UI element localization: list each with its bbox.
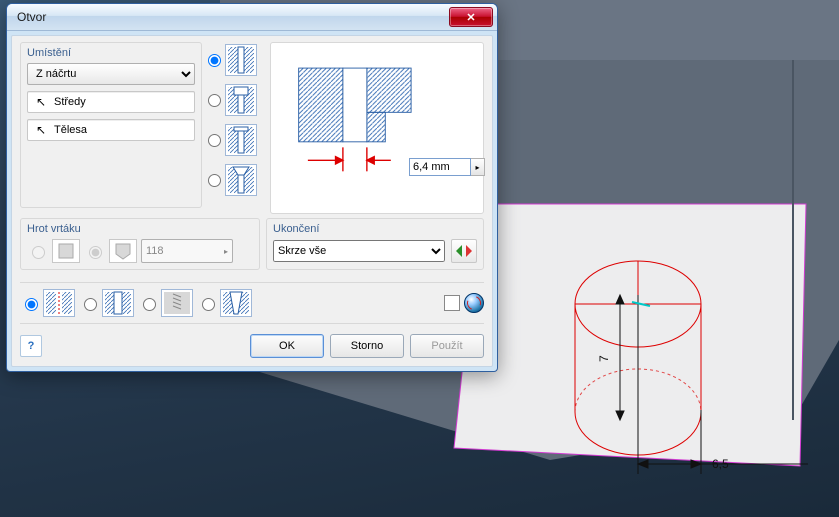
placement-group: Umístění Z náčrtu ↖ Středy ↖ Tělesa bbox=[20, 42, 202, 208]
drill-angle-icon bbox=[109, 239, 137, 263]
placement-label: Umístění bbox=[27, 47, 195, 59]
hole-simple-icon bbox=[225, 44, 257, 76]
hole-spotface-icon bbox=[225, 124, 257, 156]
hole-dialog: Otvor ✕ Umístění Z náčrtu ↖ Středy ↖ Těl… bbox=[6, 3, 498, 372]
solids-label: Tělesa bbox=[54, 124, 87, 136]
cursor-icon: ↖ bbox=[34, 123, 48, 137]
hole-type-countersink-radio[interactable] bbox=[208, 174, 221, 187]
centers-button[interactable]: ↖ Středy bbox=[27, 91, 195, 113]
drill-point-label: Hrot vrtáku bbox=[27, 223, 253, 235]
thread-type-row bbox=[20, 289, 484, 317]
termination-group: Ukončení Skrze vše bbox=[266, 218, 484, 270]
drill-flat-icon bbox=[52, 239, 80, 263]
hole-countersink-icon bbox=[225, 164, 257, 196]
cursor-icon: ↖ bbox=[34, 95, 48, 109]
hole-type-counterbore-radio[interactable] bbox=[208, 94, 221, 107]
drill-angle-radio bbox=[89, 246, 102, 259]
ok-button[interactable]: OK bbox=[250, 334, 324, 358]
drill-flat-radio bbox=[32, 246, 45, 259]
drill-angle-value: 118▸ bbox=[141, 239, 233, 263]
dialog-title: Otvor bbox=[17, 10, 449, 24]
diameter-spinner[interactable]: ▸ bbox=[471, 158, 485, 176]
diameter-input[interactable] bbox=[409, 158, 471, 176]
hole-type-simple-radio[interactable] bbox=[208, 54, 221, 67]
termination-mode-dropdown[interactable]: Skrze vše bbox=[273, 240, 445, 262]
thread-none-icon bbox=[43, 289, 75, 317]
hole-preview: ▸ bbox=[270, 42, 484, 214]
thread-tapped-radio[interactable] bbox=[143, 298, 156, 311]
help-button[interactable]: ? bbox=[20, 335, 42, 357]
thread-taper-icon bbox=[220, 289, 252, 317]
extended-info-checkbox[interactable] bbox=[444, 295, 460, 311]
thread-none-radio[interactable] bbox=[25, 298, 38, 311]
placement-mode-dropdown[interactable]: Z náčrtu bbox=[27, 63, 195, 85]
close-button[interactable]: ✕ bbox=[449, 7, 493, 27]
titlebar[interactable]: Otvor ✕ bbox=[7, 4, 497, 31]
apply-button: Použít bbox=[410, 334, 484, 358]
solids-button[interactable]: ↖ Tělesa bbox=[27, 119, 195, 141]
centers-label: Středy bbox=[54, 96, 86, 108]
thread-tapped-icon bbox=[161, 289, 193, 317]
drill-point-group: Hrot vrtáku 118▸ bbox=[20, 218, 260, 270]
dim-radius: 6,5 bbox=[712, 457, 729, 471]
hole-type-spotface-radio[interactable] bbox=[208, 134, 221, 147]
imate-icon[interactable] bbox=[464, 293, 484, 313]
flip-direction-button[interactable] bbox=[451, 239, 477, 263]
thread-taper-radio[interactable] bbox=[202, 298, 215, 311]
hole-type-column bbox=[208, 42, 264, 214]
cancel-button[interactable]: Storno bbox=[330, 334, 404, 358]
thread-clearance-icon bbox=[102, 289, 134, 317]
hole-counterbore-icon bbox=[225, 84, 257, 116]
dim-height: 7 bbox=[597, 355, 611, 362]
termination-label: Ukončení bbox=[273, 223, 477, 235]
thread-clearance-radio[interactable] bbox=[84, 298, 97, 311]
